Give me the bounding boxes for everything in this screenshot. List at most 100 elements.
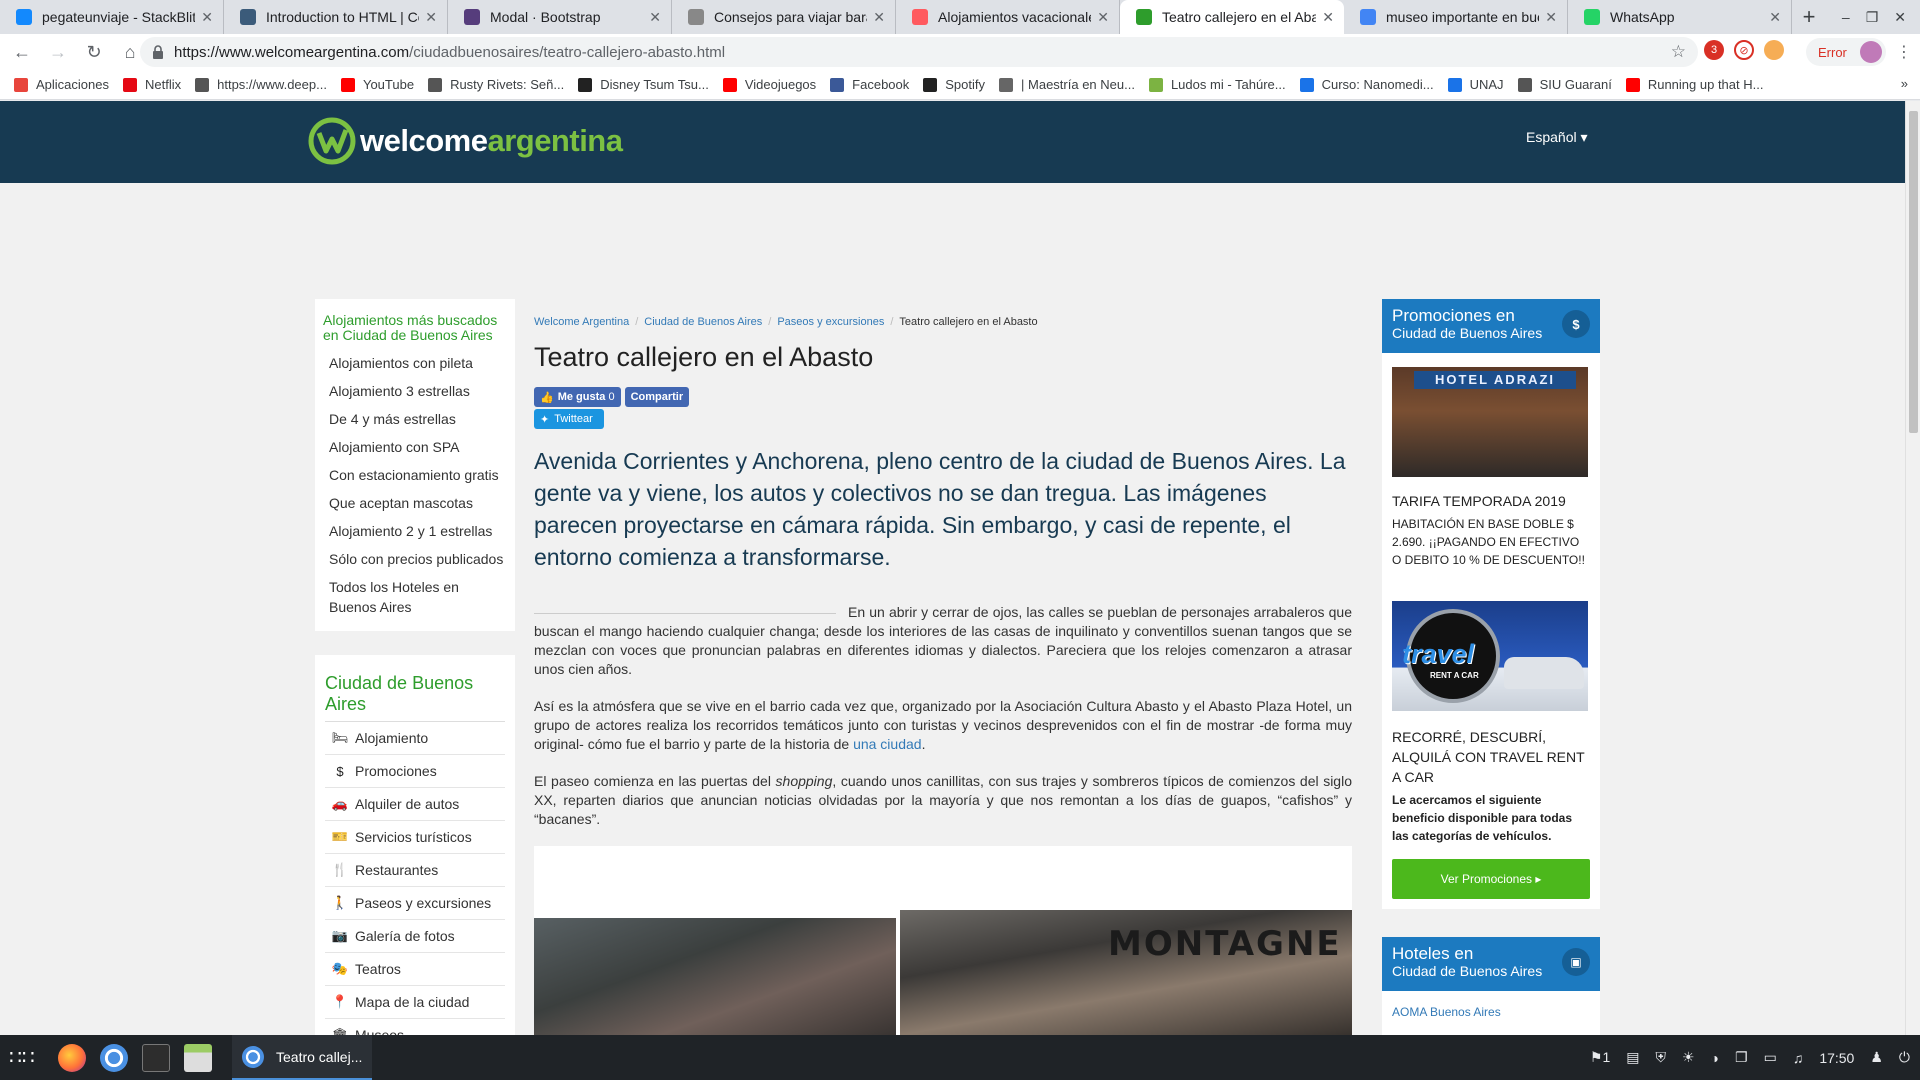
- travel-promo-title[interactable]: RECORRÉ, DESCUBRÍ, ALQUILÁ CON TRAVEL RE…: [1392, 727, 1590, 787]
- address-bar[interactable]: https://www.welcomeargentina.com/ciudadb…: [140, 37, 1698, 67]
- bookmark-item[interactable]: Ludos mi - Tahúre...: [1148, 73, 1286, 97]
- browser-tab[interactable]: Modal · Bootstrap ✕: [448, 0, 672, 34]
- bookmark-item[interactable]: UNAJ: [1447, 73, 1504, 97]
- extension-orange-icon[interactable]: [1764, 40, 1784, 60]
- power-icon[interactable]: ⏻: [1899, 1049, 1910, 1066]
- searched-link[interactable]: Todos los Hoteles en Buenos Aires: [323, 573, 507, 621]
- new-tab-icon[interactable]: +: [1792, 0, 1826, 34]
- browser-tab[interactable]: Introduction to HTML | Coo ✕: [224, 0, 448, 34]
- bookmark-item[interactable]: Disney Tsum Tsu...: [578, 73, 709, 97]
- back-icon[interactable]: ←: [8, 38, 36, 66]
- searched-link[interactable]: De 4 y más estrellas: [323, 405, 507, 433]
- street-actors-photo[interactable]: [534, 918, 896, 1035]
- bookmark-item[interactable]: Videojuegos: [722, 73, 816, 97]
- firefox-icon[interactable]: [58, 1043, 86, 1072]
- searched-link[interactable]: Alojamientos con pileta: [323, 349, 507, 377]
- city-menu-item[interactable]: 🏛 Museos: [325, 1019, 505, 1035]
- user-icon[interactable]: ♟: [1870, 1049, 1883, 1066]
- scrollbar-thumb[interactable]: [1909, 111, 1918, 433]
- close-window-icon[interactable]: ✕: [1894, 9, 1906, 26]
- browser-tab[interactable]: pegateunviaje - StackBlitz ✕: [0, 0, 224, 34]
- close-tab-icon[interactable]: ✕: [1545, 9, 1557, 26]
- searched-link[interactable]: Alojamiento con SPA: [323, 433, 507, 461]
- city-menu-item[interactable]: 🚗 Alquiler de autos: [325, 788, 505, 821]
- city-menu-item[interactable]: 🎭 Teatros: [325, 953, 505, 986]
- browser-tab[interactable]: Consejos para viajar barato ✕: [672, 0, 896, 34]
- profile-error-button[interactable]: Error: [1806, 38, 1886, 66]
- close-tab-icon[interactable]: ✕: [1322, 9, 1334, 26]
- clock[interactable]: 17:50: [1819, 1050, 1854, 1066]
- city-menu-item[interactable]: 📷 Galería de fotos: [325, 920, 505, 953]
- screen-icon[interactable]: ▭: [1764, 1049, 1777, 1066]
- city-menu-item[interactable]: 🍴 Restaurantes: [325, 854, 505, 887]
- breadcrumb-link-home[interactable]: Welcome Argentina: [534, 316, 629, 328]
- extension-red-icon[interactable]: 3: [1704, 40, 1724, 60]
- bookmark-item[interactable]: Aplicaciones: [14, 73, 109, 97]
- browser-tab[interactable]: Teatro callejero en el Abas ✕: [1120, 0, 1344, 34]
- bookmark-item[interactable]: Rusty Rivets: Señ...: [428, 73, 564, 97]
- bookmark-item[interactable]: https://www.deep...: [195, 73, 327, 97]
- notification-icon[interactable]: ⚑1: [1590, 1049, 1610, 1066]
- searched-link[interactable]: Alojamiento 2 y 1 estrellas: [323, 517, 507, 545]
- language-dropdown[interactable]: Español ▾: [1526, 129, 1588, 146]
- searched-link[interactable]: Alojamiento 3 estrellas: [323, 377, 507, 405]
- searched-link[interactable]: Con estacionamiento gratis: [323, 461, 507, 489]
- tweet-button[interactable]: ✦ Twittear: [534, 409, 604, 429]
- facebook-like-button[interactable]: 👍 Me gusta 0: [534, 387, 621, 407]
- searched-link[interactable]: Que aceptan mascotas: [323, 489, 507, 517]
- travel-rent-a-car-image[interactable]: travel RENT A CAR: [1392, 601, 1588, 711]
- browser-tab[interactable]: Alojamientos vacacionales ✕: [896, 0, 1120, 34]
- city-menu-item[interactable]: 🛏 Alojamiento: [325, 722, 505, 755]
- bookmark-item[interactable]: YouTube: [340, 73, 414, 97]
- city-menu-item[interactable]: 🚶 Paseos y excursiones: [325, 887, 505, 920]
- bookmark-item[interactable]: | Maestría en Neu...: [999, 73, 1135, 97]
- windows-icon[interactable]: ❐: [1735, 1049, 1748, 1066]
- terminal-icon[interactable]: [142, 1043, 170, 1072]
- hotel-adrazi-image[interactable]: HOTEL ADRAZI: [1392, 367, 1588, 477]
- facebook-share-button[interactable]: Compartir: [624, 387, 690, 407]
- block-icon[interactable]: ⊘: [1734, 40, 1754, 60]
- close-tab-icon[interactable]: ✕: [873, 9, 885, 26]
- bookmark-item[interactable]: Netflix: [123, 73, 181, 97]
- moon-icon[interactable]: ◑: [1711, 1050, 1719, 1066]
- bookmarks-overflow-icon[interactable]: »: [1901, 76, 1908, 91]
- canillita-photo[interactable]: MONTAGNE: [900, 910, 1352, 1035]
- menu-kebab-icon[interactable]: ⋮: [1896, 42, 1912, 62]
- close-tab-icon[interactable]: ✕: [649, 9, 661, 26]
- city-menu-item[interactable]: 🎫 Servicios turísticos: [325, 821, 505, 854]
- taskbar-chromium-window[interactable]: Teatro callej...: [232, 1035, 372, 1080]
- reload-icon[interactable]: ↻: [80, 38, 108, 66]
- bookmark-item[interactable]: Running up that H...: [1625, 73, 1763, 97]
- bookmark-item[interactable]: Spotify: [923, 73, 985, 97]
- restore-icon[interactable]: ❐: [1866, 9, 1879, 26]
- close-tab-icon[interactable]: ✕: [1097, 9, 1109, 26]
- forward-icon[interactable]: →: [44, 38, 72, 66]
- bookmark-item[interactable]: SIU Guaraní: [1517, 73, 1612, 97]
- sun-icon[interactable]: ☀: [1682, 1049, 1695, 1066]
- bookmark-item[interactable]: Facebook: [830, 73, 909, 97]
- breadcrumb-link-paseos[interactable]: Paseos y excursiones: [777, 316, 884, 328]
- city-menu-item[interactable]: 📍 Mapa de la ciudad: [325, 986, 505, 1019]
- page-scrollbar[interactable]: [1905, 101, 1920, 1035]
- city-menu-item[interactable]: $ Promociones: [325, 755, 505, 788]
- shield-icon[interactable]: ⛨: [1655, 1049, 1666, 1066]
- browser-tab[interactable]: museo importante en buen ✕: [1344, 0, 1568, 34]
- browser-tab[interactable]: WhatsApp ✕: [1568, 0, 1792, 34]
- close-tab-icon[interactable]: ✕: [425, 9, 437, 26]
- file-manager-icon[interactable]: [184, 1043, 212, 1072]
- see-promos-button[interactable]: Ver Promociones ▸: [1392, 859, 1590, 899]
- city-link[interactable]: una ciudad: [853, 736, 922, 752]
- app-grid-icon[interactable]: ∷∷: [0, 1035, 44, 1080]
- minimize-icon[interactable]: –: [1842, 9, 1850, 25]
- hotel-promo-title[interactable]: TARIFA TEMPORADA 2019: [1392, 493, 1590, 509]
- bookmark-item[interactable]: Curso: Nanomedi...: [1299, 73, 1434, 97]
- display-icon[interactable]: ▤: [1626, 1049, 1639, 1066]
- hotel-link-aoma[interactable]: AOMA Buenos Aires: [1392, 1005, 1501, 1019]
- chromium-icon[interactable]: [100, 1043, 128, 1072]
- breadcrumb-link-city[interactable]: Ciudad de Buenos Aires: [644, 316, 762, 328]
- close-tab-icon[interactable]: ✕: [201, 9, 213, 26]
- close-tab-icon[interactable]: ✕: [1769, 9, 1781, 26]
- site-logo[interactable]: welcomeargentina: [308, 117, 623, 165]
- bookmark-star-icon[interactable]: ☆: [1671, 42, 1686, 62]
- searched-link[interactable]: Sólo con precios publicados: [323, 545, 507, 573]
